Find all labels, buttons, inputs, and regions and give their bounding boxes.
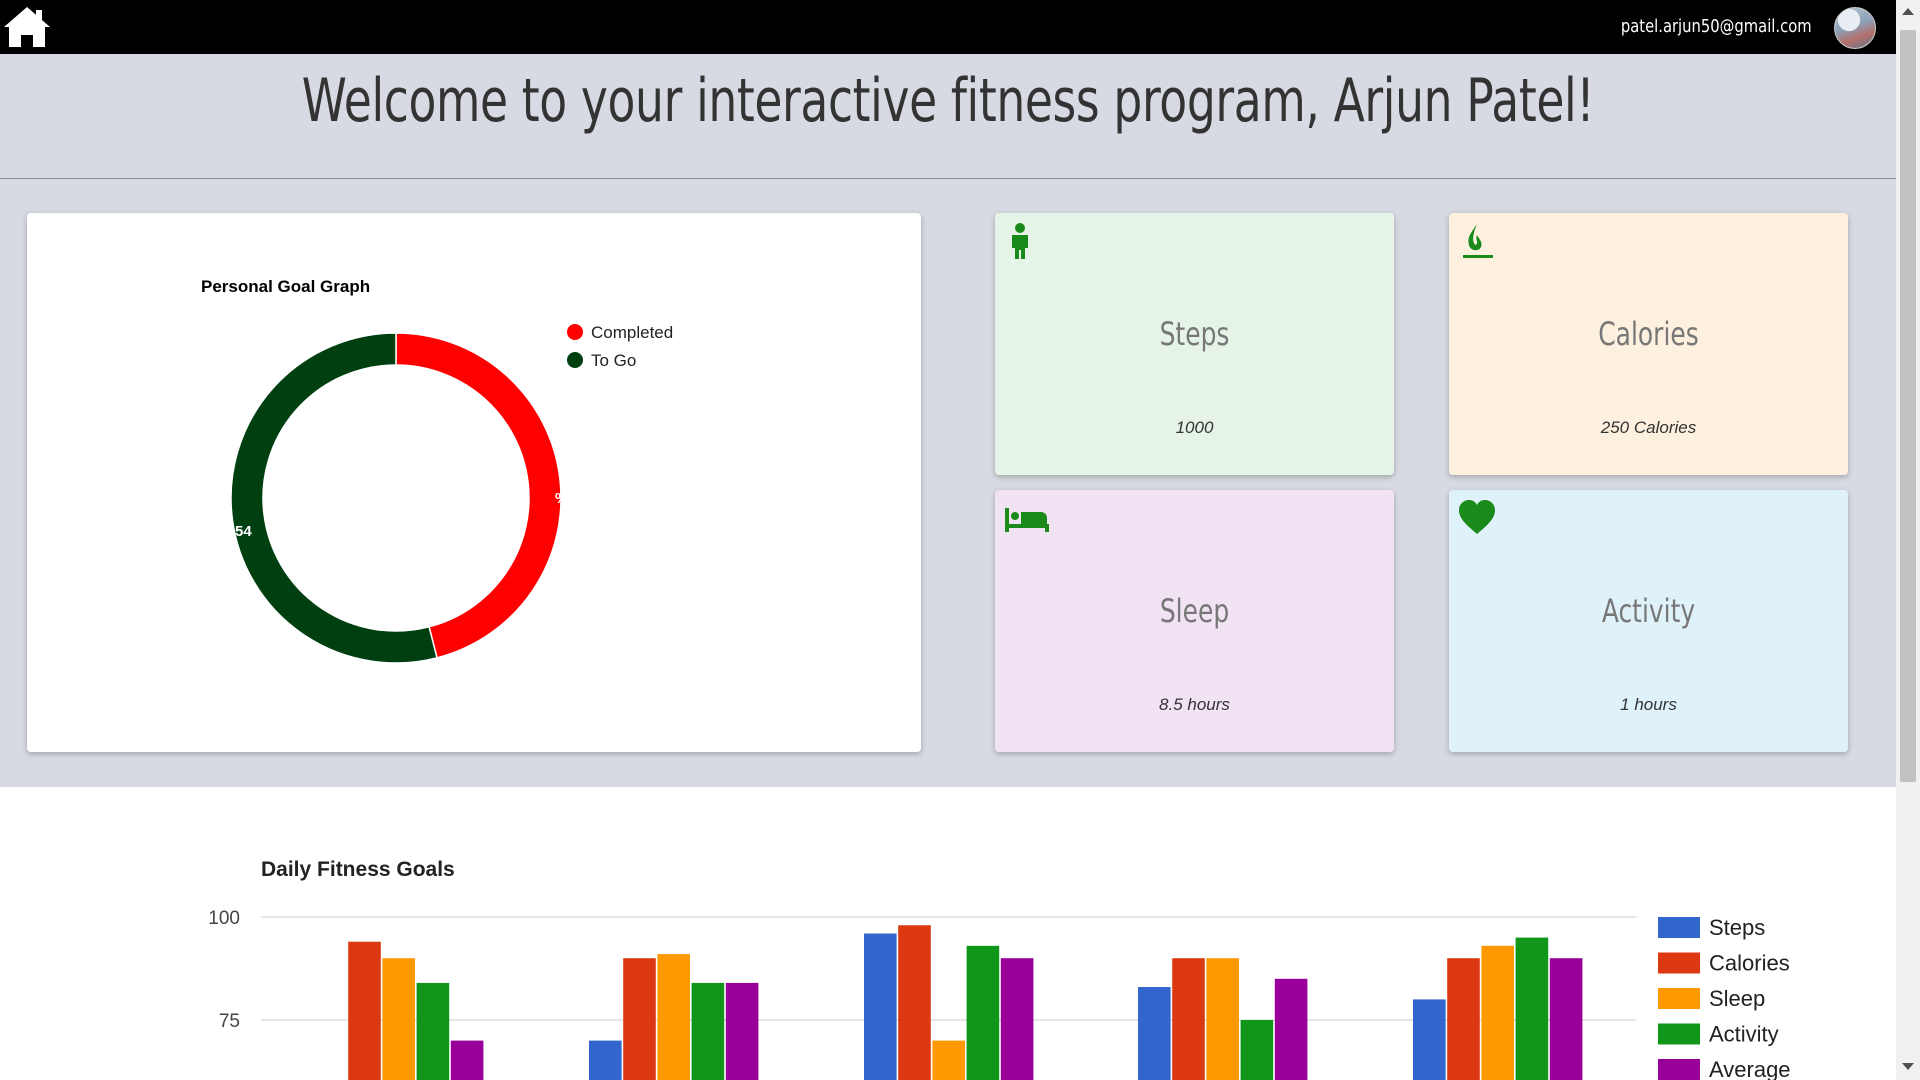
- activity-tile[interactable]: Activity 1 hours: [1449, 490, 1848, 752]
- bar-steps[interactable]: [1413, 999, 1446, 1080]
- bar-average[interactable]: [1274, 978, 1308, 1080]
- legend-label-steps: Steps: [1709, 915, 1765, 940]
- bar-sleep[interactable]: [1206, 958, 1239, 1080]
- activity-value: 1 hours: [1620, 695, 1677, 714]
- bar-activity[interactable]: [1240, 1020, 1274, 1080]
- legend-label-activity: Activity: [1709, 1022, 1779, 1047]
- steps-tile[interactable]: Steps 1000: [995, 213, 1394, 475]
- bar-sleep[interactable]: [657, 954, 690, 1080]
- bar-steps[interactable]: [1138, 987, 1171, 1080]
- sleep-label: Sleep: [1159, 592, 1230, 630]
- heart-icon: [1459, 500, 1495, 534]
- bar-calories[interactable]: [1172, 958, 1205, 1080]
- legend-completed-label: Completed: [591, 323, 674, 342]
- calories-value: 250 Calories: [1600, 418, 1697, 437]
- legend-swatch-sleep: [1658, 988, 1700, 1009]
- bar-calories[interactable]: [623, 958, 656, 1080]
- bar-steps[interactable]: [589, 1040, 622, 1080]
- goal-donut-chart: % 54: [230, 332, 568, 664]
- y-tick-label: 75: [219, 1011, 240, 1032]
- daily-goals-section: Daily Fitness Goals 100 75 Steps Calories Sl…: [0, 787, 1896, 1080]
- bar-average[interactable]: [1549, 958, 1583, 1080]
- user-email: patel.arjun50@gmail.com: [1621, 16, 1812, 37]
- sleep-tile[interactable]: Sleep 8.5 hours: [995, 490, 1394, 752]
- sleep-value: 8.5 hours: [1159, 695, 1230, 714]
- activity-label: Activity: [1601, 592, 1696, 630]
- bar-average[interactable]: [1000, 958, 1034, 1080]
- goal-chart-title: Personal Goal Graph: [201, 277, 371, 296]
- steps-label: Steps: [1159, 315, 1230, 353]
- bar-sleep[interactable]: [382, 958, 415, 1080]
- legend-label-sleep: Sleep: [1709, 986, 1765, 1011]
- y-tick-label: 100: [208, 908, 240, 929]
- legend-to-go-swatch: [567, 352, 583, 368]
- flame-icon: [1463, 224, 1493, 258]
- legend-completed-swatch: [567, 324, 583, 340]
- bar-steps[interactable]: [864, 933, 897, 1080]
- bar-calories[interactable]: [898, 925, 931, 1080]
- bar-calories[interactable]: [1447, 958, 1480, 1080]
- scrollbar[interactable]: [1896, 0, 1920, 1080]
- bar-activity[interactable]: [691, 982, 725, 1080]
- scroll-thumb[interactable]: [1900, 30, 1916, 782]
- bar-activity[interactable]: [416, 982, 450, 1080]
- steps-value: 1000: [1175, 418, 1214, 437]
- bar-average[interactable]: [725, 982, 759, 1080]
- bar-average[interactable]: [450, 1040, 484, 1080]
- bar-activity[interactable]: [966, 945, 1000, 1080]
- welcome-banner: Welcome to your interactive fitness prog…: [0, 54, 1896, 179]
- calories-tile[interactable]: Calories 250 Calories: [1449, 213, 1848, 475]
- bar-activity[interactable]: [1515, 937, 1549, 1080]
- page-title: Welcome to your interactive fitness prog…: [301, 66, 1595, 136]
- daily-fitness-bar-chart: 100 75 Steps Calories Sleep Activity Average: [208, 908, 1791, 1080]
- donut-slice-completed[interactable]: [395, 332, 562, 659]
- personal-goal-card: Personal Goal Graph % 54 Completed To Go: [27, 213, 921, 752]
- top-navbar: patel.arjun50@gmail.com: [0, 0, 1896, 54]
- legend-to-go-label: To Go: [591, 351, 637, 370]
- calories-label: Calories: [1598, 315, 1699, 353]
- donut-label-completed: %: [555, 490, 568, 507]
- donut-slice-to-go[interactable]: [230, 332, 438, 664]
- bar-calories[interactable]: [348, 941, 381, 1080]
- scroll-down-arrow-icon[interactable]: [1902, 1063, 1914, 1070]
- bar-sleep[interactable]: [1481, 945, 1514, 1080]
- legend-to-go: To Go: [567, 351, 636, 371]
- legend-swatch-steps: [1658, 917, 1700, 938]
- home-icon[interactable]: [2, 4, 52, 50]
- bed-icon: [1005, 508, 1049, 532]
- person-icon: [1012, 223, 1028, 259]
- legend-swatch-activity: [1658, 1023, 1700, 1045]
- legend-label-average: Average: [1709, 1057, 1791, 1080]
- avatar[interactable]: [1834, 7, 1876, 49]
- donut-label-to-go: 54: [235, 523, 252, 540]
- legend-label-calories: Calories: [1709, 951, 1790, 976]
- bar-sleep[interactable]: [932, 1040, 965, 1080]
- legend-swatch-average: [1658, 1059, 1700, 1080]
- legend-swatch-calories: [1658, 952, 1700, 974]
- scroll-up-arrow-icon[interactable]: [1902, 8, 1914, 15]
- legend-completed: Completed: [567, 323, 673, 343]
